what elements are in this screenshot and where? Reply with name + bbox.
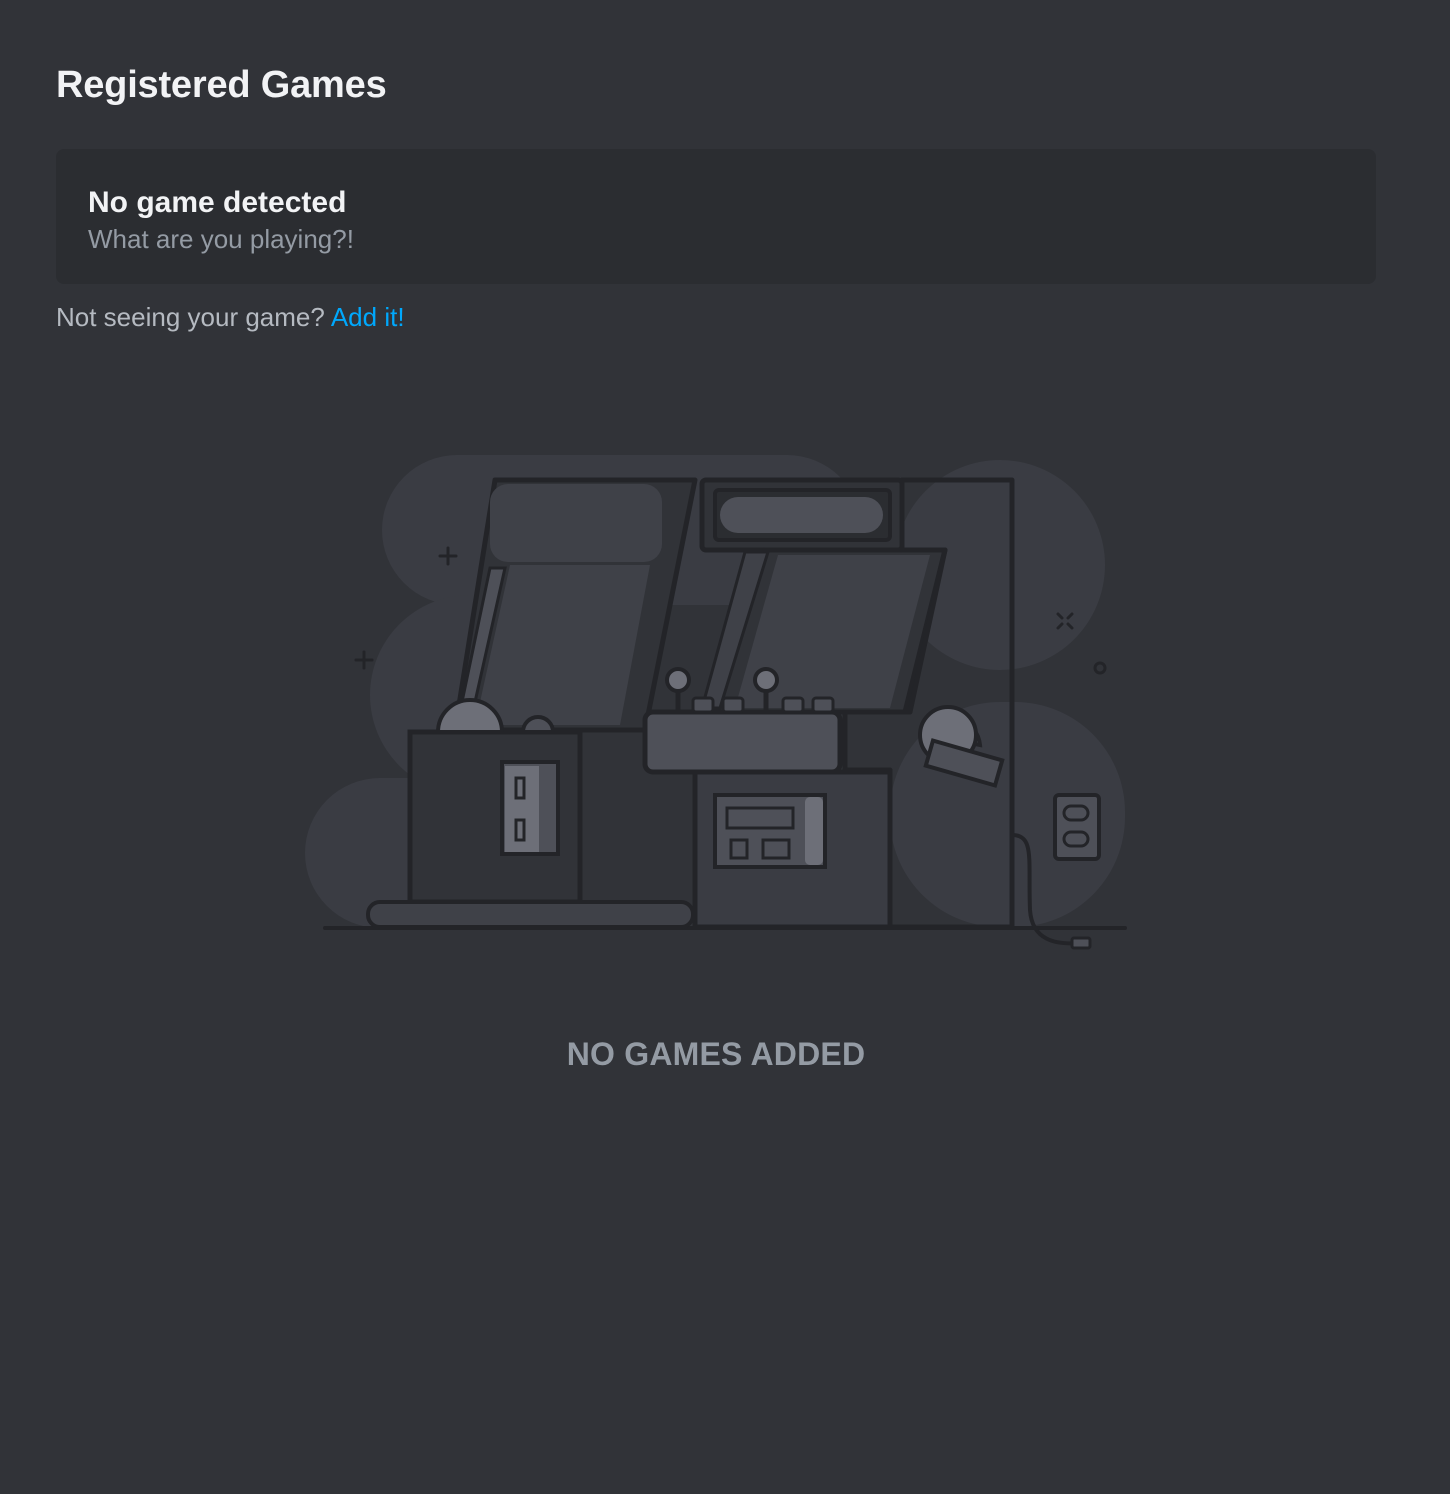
page-title: Registered Games bbox=[56, 64, 387, 106]
detection-status-title: No game detected bbox=[88, 186, 347, 219]
add-game-hint-text: Not seeing your game? bbox=[56, 302, 325, 332]
add-game-link[interactable]: Add it! bbox=[331, 302, 405, 332]
game-detection-card: No game detected What are you playing?! bbox=[56, 149, 1376, 284]
empty-state-label: NO GAMES ADDED bbox=[566, 1036, 866, 1072]
arcade-machines-illustration-icon bbox=[305, 455, 1127, 950]
detection-status-subtitle: What are you playing?! bbox=[88, 224, 354, 254]
add-game-hint: Not seeing your game? Add it! bbox=[56, 300, 405, 334]
